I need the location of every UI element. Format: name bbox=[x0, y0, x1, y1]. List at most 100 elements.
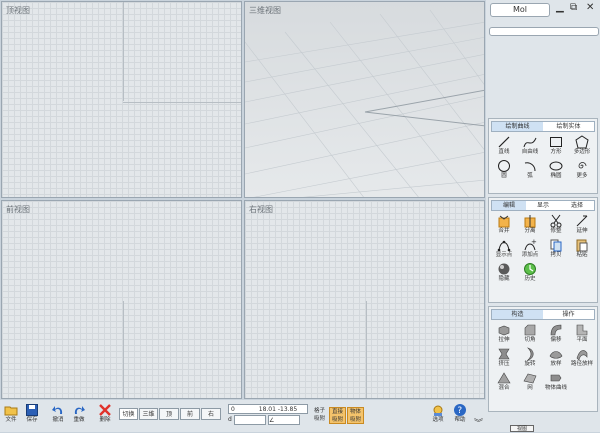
copy-tool[interactable]: 拷贝 bbox=[543, 237, 569, 261]
plane-icon bbox=[576, 324, 588, 336]
blend-tool[interactable]: 混合 bbox=[491, 370, 517, 394]
path-loft-tool[interactable]: 路径放样 bbox=[569, 346, 595, 370]
undo-button[interactable]: 撤消 bbox=[48, 403, 68, 424]
object-snap-toggle[interactable]: 物体 吸附 bbox=[347, 407, 364, 424]
command-input[interactable]: Mol bbox=[490, 3, 550, 17]
view-top-button[interactable]: 顶 bbox=[159, 408, 179, 420]
help-button[interactable]: ? 帮助 bbox=[450, 403, 470, 424]
extrude-icon bbox=[498, 325, 510, 336]
redo-icon bbox=[74, 406, 85, 414]
restore-icon[interactable]: ⧉ bbox=[570, 2, 577, 14]
expand-chevron-icon[interactable]: ︾ bbox=[474, 416, 483, 429]
line-snap-toggle[interactable]: 直接 吸附 bbox=[329, 407, 346, 424]
squeeze-icon bbox=[498, 348, 510, 360]
line-icon bbox=[498, 136, 510, 148]
line-tool[interactable]: 直线 bbox=[491, 134, 517, 158]
folder-icon bbox=[4, 406, 18, 416]
front-viewport[interactable]: 前视图 bbox=[1, 200, 242, 399]
spiral-icon bbox=[578, 162, 587, 169]
ellipse-icon bbox=[549, 161, 563, 171]
file-button[interactable]: 文件 bbox=[1, 403, 21, 424]
viewport-label: 右视图 bbox=[249, 205, 273, 214]
split-icon bbox=[524, 215, 536, 228]
rectangle-tool[interactable]: 方形 bbox=[543, 134, 569, 158]
add-point-tool[interactable]: + 添加点 bbox=[517, 237, 543, 261]
polygon-tool[interactable]: 多边形 bbox=[569, 134, 595, 158]
view-toggle-button[interactable]: 切换 bbox=[119, 408, 138, 420]
blend-icon bbox=[497, 372, 511, 384]
view-right-button[interactable]: 右 bbox=[201, 408, 221, 420]
polygon-icon bbox=[575, 135, 589, 149]
offset-tool[interactable]: 偏移 bbox=[543, 322, 569, 346]
options-button[interactable]: 选项 bbox=[428, 403, 448, 424]
save-button[interactable]: 保存 bbox=[22, 403, 42, 424]
revolve-tool[interactable]: 旋转 bbox=[517, 346, 543, 370]
coordinate-input[interactable]: 0 18.01 -13.85 bbox=[228, 404, 308, 414]
merge-tool[interactable]: 合并 bbox=[491, 213, 517, 237]
add-point-icon: + bbox=[524, 238, 537, 251]
chamfer-tool[interactable]: 切角 bbox=[517, 322, 543, 346]
extrude-tool[interactable]: 拉伸 bbox=[491, 322, 517, 346]
rectangle-icon bbox=[550, 137, 562, 147]
redo-button[interactable]: 重做 bbox=[69, 403, 89, 424]
svg-text:+: + bbox=[531, 238, 537, 246]
show-points-tool[interactable]: 显示点 bbox=[491, 237, 517, 261]
angle-input[interactable]: ∠ bbox=[268, 415, 300, 425]
arc-tool[interactable]: 弧 bbox=[517, 158, 543, 182]
history-tool[interactable]: 历史 bbox=[517, 261, 543, 285]
viewport-label: 前视图 bbox=[6, 205, 30, 214]
loft-tool[interactable]: 放样 bbox=[543, 346, 569, 370]
delete-icon bbox=[99, 404, 111, 416]
perspective-viewport[interactable]: 三维视图 bbox=[244, 1, 485, 198]
plane-tool[interactable]: 平面 bbox=[569, 322, 595, 346]
viewport-label: 顶视图 bbox=[6, 6, 30, 15]
split-tool[interactable]: 分离 bbox=[517, 213, 543, 237]
show-points-icon bbox=[497, 240, 511, 252]
close-icon[interactable]: ✕ bbox=[586, 2, 594, 14]
extend-icon bbox=[576, 215, 588, 227]
revolve-icon bbox=[526, 347, 534, 361]
minimize-icon[interactable]: ▁ bbox=[556, 2, 564, 14]
object-curve-icon bbox=[550, 374, 562, 382]
ellipse-tool[interactable]: 椭圆 bbox=[543, 158, 569, 182]
tab-select[interactable]: 选择 bbox=[560, 201, 594, 210]
progress-bar bbox=[489, 27, 599, 36]
paste-tool[interactable]: 粘贴 bbox=[569, 237, 595, 261]
paste-icon bbox=[576, 239, 588, 252]
loft-icon bbox=[549, 351, 563, 359]
distance-input[interactable] bbox=[234, 415, 266, 425]
undo-icon bbox=[52, 406, 63, 414]
arc-icon bbox=[524, 162, 536, 172]
tab-draw-curves[interactable]: 绘制曲线 bbox=[492, 122, 543, 131]
right-viewport[interactable]: 右视图 bbox=[244, 200, 485, 399]
hide-tool[interactable]: 隐藏 bbox=[491, 261, 517, 285]
construct-group: 构造 操作 拉伸 切角 偏移 平面 挤压 旋转 放样 路径放样 混合 网 物体曲… bbox=[488, 306, 598, 412]
viewport-label: 三维视图 bbox=[249, 6, 281, 15]
tab-draw-solids[interactable]: 绘制实体 bbox=[543, 122, 594, 131]
view-front-button[interactable]: 前 bbox=[180, 408, 200, 420]
mesh-tool[interactable]: 网 bbox=[517, 370, 543, 394]
more-tool[interactable]: 更多 bbox=[569, 158, 595, 182]
help-icon: ? bbox=[454, 404, 466, 416]
circle-tool[interactable]: 圆 bbox=[491, 158, 517, 182]
perspective-grid bbox=[245, 9, 484, 197]
coord-d-label: d bbox=[228, 416, 232, 423]
tab-display[interactable]: 显示 bbox=[526, 201, 560, 210]
tab-operate[interactable]: 操作 bbox=[543, 310, 594, 319]
tab-edit[interactable]: 编辑 bbox=[492, 201, 526, 210]
options-icon bbox=[433, 405, 443, 416]
squeeze-tool[interactable]: 挤压 bbox=[491, 346, 517, 370]
tab-construct[interactable]: 构造 bbox=[492, 310, 543, 319]
freeform-tool[interactable]: 自由线 bbox=[517, 134, 543, 158]
curves-group: 绘制曲线 绘制实体 直线 自由线 方形 多边形 圆 弧 椭圆 更多 bbox=[488, 118, 598, 194]
delete-button[interactable]: 删除 bbox=[95, 403, 115, 424]
freeform-icon bbox=[523, 137, 537, 148]
view-3d-button[interactable]: 三维 bbox=[139, 408, 158, 420]
object-curve-tool[interactable]: 物体曲线 bbox=[543, 370, 569, 394]
merge-icon bbox=[498, 215, 510, 228]
top-viewport[interactable]: 顶视图 bbox=[1, 1, 242, 198]
grid-snap-toggle[interactable]: 格子 吸附 bbox=[311, 407, 328, 424]
save-icon bbox=[26, 404, 38, 416]
extend-tool[interactable]: 延伸 bbox=[569, 213, 595, 237]
trim-tool[interactable]: 修整 bbox=[543, 213, 569, 237]
